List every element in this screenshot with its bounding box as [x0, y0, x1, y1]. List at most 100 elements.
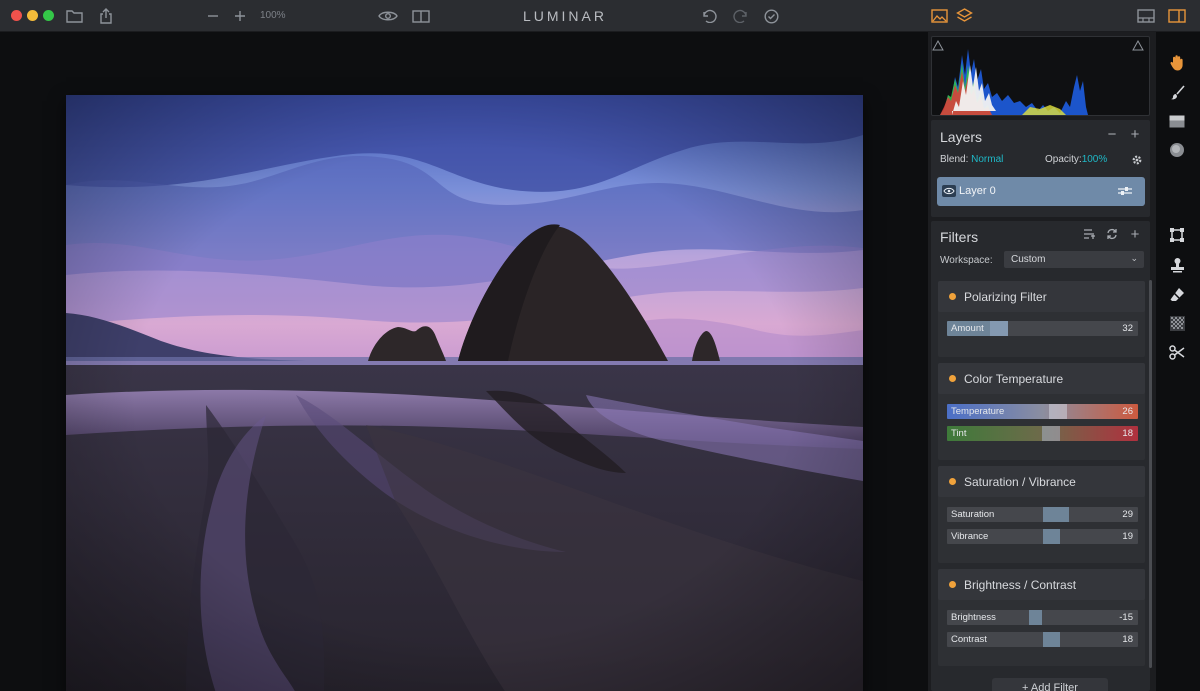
remove-layer-icon[interactable]: −	[1105, 127, 1119, 142]
filter-card-color-temperature: Color Temperature Temperature 26 Tint 18	[938, 363, 1145, 460]
chevron-down-icon: ⌄	[1130, 253, 1138, 263]
share-icon[interactable]	[97, 8, 115, 24]
filmstrip-icon[interactable]	[1137, 8, 1155, 24]
filter-status-dot[interactable]	[949, 293, 956, 300]
adjustments-icon[interactable]	[1117, 185, 1133, 197]
filter-status-dot[interactable]	[949, 478, 956, 485]
slider-value[interactable]: -15	[1119, 612, 1133, 623]
canvas-area[interactable]	[0, 32, 928, 691]
filter-header[interactable]: Color Temperature	[938, 363, 1145, 394]
zoom-in-icon[interactable]	[231, 8, 249, 24]
filter-header[interactable]: Polarizing Filter	[938, 281, 1145, 312]
slider-label: Brightness	[951, 612, 996, 623]
blend-label: Blend:	[940, 154, 969, 165]
filters-panel: Filters + Workspace: Custom ⌄ Polarizing…	[931, 221, 1150, 691]
minimize-window-button[interactable]	[27, 10, 38, 21]
slider-knob[interactable]	[1041, 426, 1060, 441]
slider-value[interactable]: 32	[1122, 323, 1133, 334]
filter-card-polarizing: Polarizing Filter Amount 32	[938, 281, 1145, 357]
tools-column	[1156, 32, 1200, 691]
slider-contrast[interactable]: Contrast 18	[947, 632, 1138, 647]
layers-stack-icon[interactable]	[955, 8, 973, 24]
filter-name: Saturation / Vibrance	[964, 475, 1076, 489]
zoom-out-icon[interactable]	[204, 8, 222, 24]
photo-preview[interactable]	[66, 95, 863, 691]
split-view-icon[interactable]	[412, 8, 430, 24]
slider-label: Vibrance	[951, 531, 989, 542]
sidebar-icon[interactable]	[1168, 8, 1186, 24]
hand-icon[interactable]	[1167, 52, 1187, 72]
slider-knob[interactable]	[990, 321, 1009, 336]
slider-brightness[interactable]: Brightness -15	[947, 610, 1138, 625]
slider-fill	[1029, 610, 1043, 625]
slider-value[interactable]: 29	[1122, 509, 1133, 520]
layers-actions: − +	[1105, 127, 1142, 142]
filter-header[interactable]: Brightness / Contrast	[938, 569, 1145, 600]
slider-value[interactable]: 18	[1122, 428, 1133, 439]
radial-icon[interactable]	[1167, 140, 1187, 160]
image-icon[interactable]	[930, 8, 948, 24]
redo-icon[interactable]	[732, 8, 750, 24]
eraser-icon[interactable]	[1167, 284, 1187, 304]
noise-icon[interactable]	[1167, 313, 1187, 333]
filter-card-brightness-contrast: Brightness / Contrast Brightness -15 Con…	[938, 569, 1145, 666]
slider-amount[interactable]: Amount 32	[947, 321, 1138, 336]
layer-item[interactable]: Layer 0	[937, 177, 1145, 206]
add-layer-icon[interactable]: +	[1128, 127, 1142, 142]
filter-status-dot[interactable]	[949, 375, 956, 382]
add-filter-icon[interactable]: +	[1128, 227, 1142, 243]
workspace-dropdown[interactable]: Custom ⌄	[1004, 251, 1144, 268]
filter-name: Color Temperature	[964, 372, 1064, 386]
close-window-button[interactable]	[11, 10, 22, 21]
filter-header[interactable]: Saturation / Vibrance	[938, 466, 1145, 497]
slider-vibrance[interactable]: Vibrance 19	[947, 529, 1138, 544]
crop-icon[interactable]	[1167, 225, 1187, 245]
slider-knob[interactable]	[1049, 404, 1068, 419]
histogram	[931, 36, 1150, 116]
slider-temperature[interactable]: Temperature 26	[947, 404, 1138, 419]
opacity-value[interactable]: 100%	[1082, 154, 1108, 165]
filter-name: Brightness / Contrast	[964, 578, 1077, 592]
undo-icon[interactable]	[700, 8, 718, 24]
scissors-icon[interactable]	[1167, 342, 1187, 362]
clone-stamp-icon[interactable]	[1167, 255, 1187, 275]
slider-label: Saturation	[951, 509, 995, 520]
add-filter-button[interactable]: + Add Filter	[992, 678, 1108, 691]
slider-saturation[interactable]: Saturation 29	[947, 507, 1138, 522]
filters-actions: +	[1082, 227, 1142, 243]
right-panel: Layers − + Blend: Normal Opacity:100% La…	[928, 32, 1156, 691]
layer-name: Layer 0	[959, 185, 996, 197]
check-circle-icon[interactable]	[762, 8, 780, 24]
slider-value[interactable]: 26	[1122, 406, 1133, 417]
zoom-level[interactable]: 100%	[260, 10, 286, 21]
slider-label: Tint	[951, 428, 967, 439]
sort-filters-icon[interactable]	[1082, 228, 1096, 243]
opacity-label: Opacity:	[1045, 154, 1082, 165]
folder-icon[interactable]	[65, 8, 83, 24]
blend-row: Blend: Normal	[940, 154, 1003, 165]
eye-icon[interactable]	[378, 8, 398, 24]
filters-scrollbar[interactable]	[1149, 280, 1152, 668]
brush-icon[interactable]	[1167, 82, 1187, 102]
filters-title: Filters	[940, 229, 979, 245]
slider-label: Amount	[951, 323, 984, 334]
slider-label: Temperature	[951, 406, 1005, 417]
workspace-value: Custom	[1011, 254, 1046, 265]
title-bar: 100% LUMINAR	[0, 0, 1200, 32]
slider-tint[interactable]: Tint 18	[947, 426, 1138, 441]
layers-panel: Layers − + Blend: Normal Opacity:100% La…	[931, 120, 1150, 217]
add-filter-label: Add Filter	[1030, 682, 1078, 691]
refresh-icon[interactable]	[1105, 228, 1119, 243]
slider-value[interactable]: 19	[1122, 531, 1133, 542]
layers-title: Layers	[940, 129, 983, 145]
gradient-icon[interactable]	[1167, 111, 1187, 131]
filter-card-saturation-vibrance: Saturation / Vibrance Saturation 29 Vibr…	[938, 466, 1145, 563]
gear-icon[interactable]	[1131, 153, 1143, 171]
blend-mode-dropdown[interactable]: Normal	[971, 154, 1003, 165]
filter-status-dot[interactable]	[949, 581, 956, 588]
maximize-window-button[interactable]	[43, 10, 54, 21]
slider-fill	[1042, 529, 1060, 544]
slider-value[interactable]: 18	[1122, 634, 1133, 645]
eye-visibility-icon[interactable]	[942, 185, 956, 197]
workspace-label: Workspace:	[940, 255, 993, 266]
